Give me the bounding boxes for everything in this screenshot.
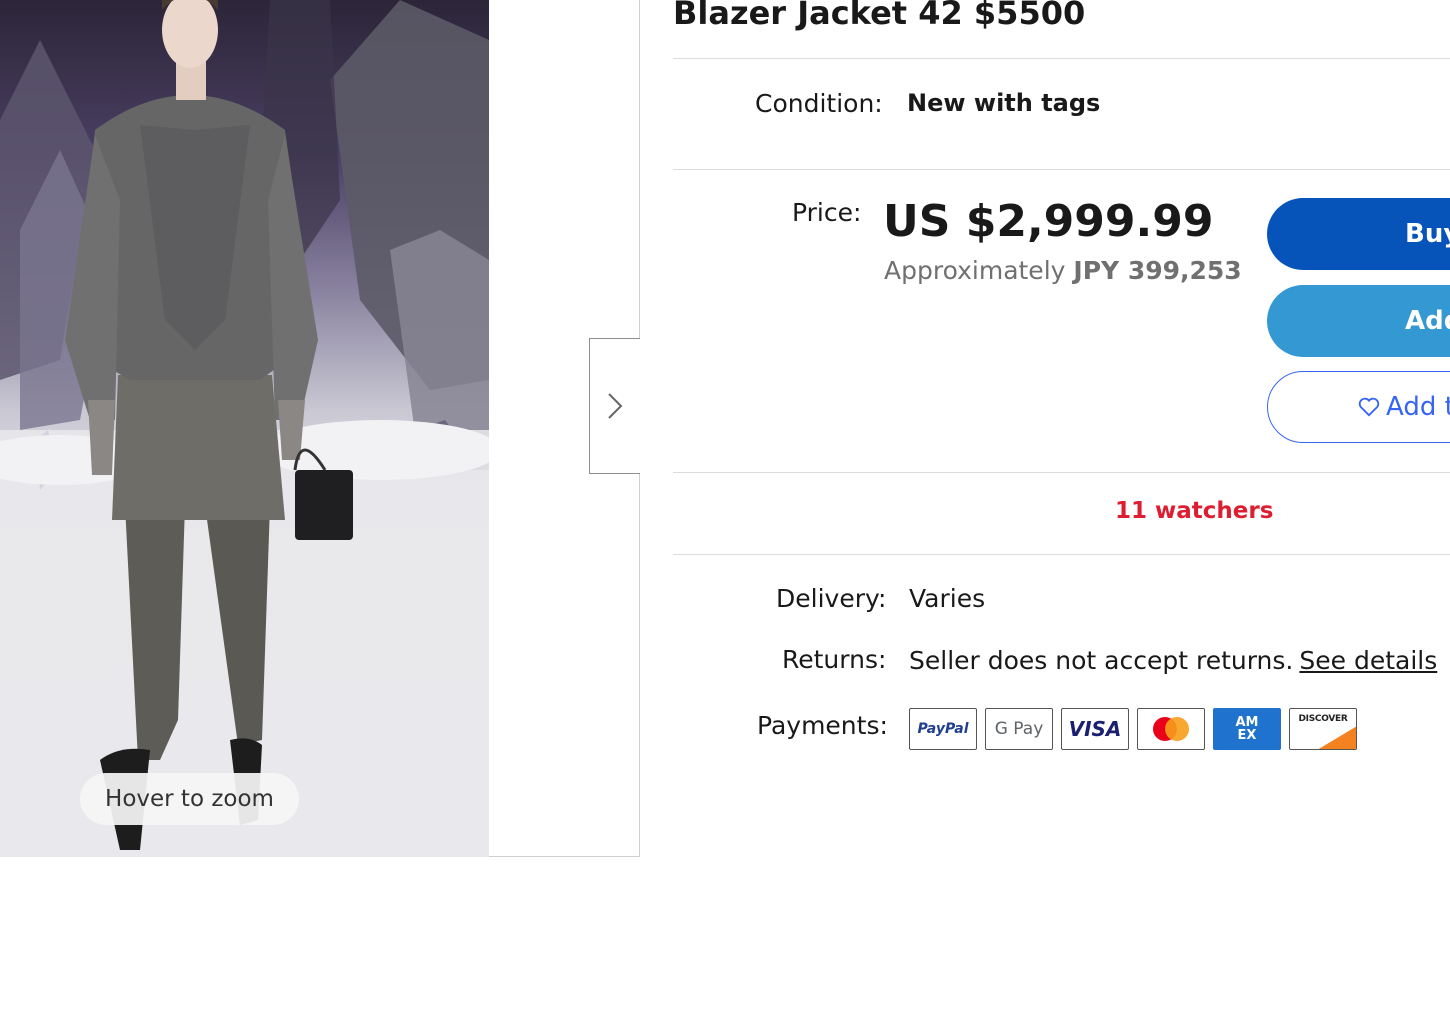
cart-button-label: Add bbox=[1405, 306, 1450, 336]
delivery-value: Varies bbox=[909, 584, 986, 613]
add-to-watchlist-button[interactable]: Add t bbox=[1267, 371, 1450, 443]
condition-value: New with tags bbox=[907, 89, 1101, 117]
approx-value: JPY 399,253 bbox=[1073, 256, 1242, 285]
watchers-count: 11 watchers bbox=[1115, 498, 1274, 524]
amex-icon: AM EX bbox=[1213, 708, 1281, 750]
runway-model-image bbox=[0, 0, 489, 857]
payments-label: Payments: bbox=[757, 711, 888, 740]
returns-policy: Seller does not accept returns. See detai… bbox=[909, 646, 1437, 675]
divider bbox=[673, 554, 1450, 555]
divider bbox=[673, 472, 1450, 473]
delivery-label: Delivery: bbox=[776, 584, 887, 613]
discover-icon: DISCOVER bbox=[1289, 708, 1357, 750]
watch-button-label: Add t bbox=[1386, 392, 1450, 422]
returns-value: Seller does not accept returns. bbox=[909, 646, 1294, 675]
approx-prefix: Approximately bbox=[884, 256, 1066, 285]
google-pay-icon: G Pay bbox=[985, 708, 1053, 750]
item-price: US $2,999.99 bbox=[883, 196, 1214, 247]
item-title: Blazer Jacket 42 $5500 bbox=[673, 0, 1086, 32]
approximate-price: Approximately JPY 399,253 bbox=[884, 256, 1242, 285]
price-label: Price: bbox=[792, 198, 862, 227]
hover-to-zoom-hint: Hover to zoom bbox=[80, 773, 299, 825]
divider bbox=[673, 58, 1450, 59]
payment-methods: PayPal G Pay VISA AM EX DISCOVER bbox=[909, 708, 1357, 750]
heart-icon bbox=[1358, 397, 1380, 417]
returns-label: Returns: bbox=[782, 645, 887, 674]
next-image-button[interactable] bbox=[589, 338, 640, 474]
product-photo[interactable]: Hover to zoom bbox=[0, 0, 489, 857]
paypal-icon: PayPal bbox=[909, 708, 977, 750]
add-to-cart-button[interactable]: Add bbox=[1267, 285, 1450, 357]
divider bbox=[673, 169, 1450, 170]
visa-icon: VISA bbox=[1061, 708, 1129, 750]
condition-label: Condition: bbox=[755, 89, 883, 118]
see-details-link[interactable]: See details bbox=[1299, 646, 1437, 675]
buy-button-label: Buy bbox=[1405, 219, 1450, 249]
chevron-right-icon bbox=[608, 393, 623, 419]
image-gallery: Hover to zoom bbox=[0, 0, 640, 857]
buy-it-now-button[interactable]: Buy bbox=[1267, 198, 1450, 270]
mastercard-icon bbox=[1137, 708, 1205, 750]
